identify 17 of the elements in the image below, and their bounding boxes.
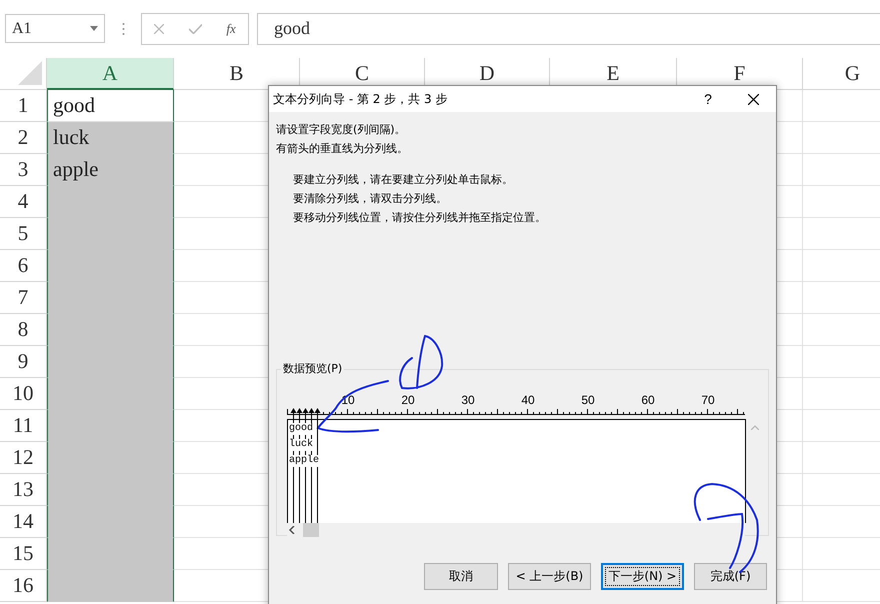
preview-text: apple [289, 455, 320, 467]
instruction-text: 要清除分列线，请双击分列线。 [292, 191, 448, 207]
preview-text: good [289, 423, 314, 435]
ruler-label: 60 [641, 393, 655, 407]
ruler-label: 30 [461, 393, 475, 407]
dialog-title: 文本分列向导 - 第 2 步，共 3 步 [273, 90, 448, 108]
ruler-label: 20 [401, 393, 415, 407]
preview-text: luck [289, 439, 314, 451]
data-preview-label: 数据预览(P) [281, 361, 344, 376]
ruler-label: 70 [701, 393, 715, 407]
instruction-text: 请设置字段宽度(列间隔)。 [276, 122, 407, 138]
instruction-text: 要建立分列线，请在要建立分列处单击鼠标。 [292, 172, 514, 188]
ruler-label: 50 [581, 393, 595, 407]
instruction-text: 有箭头的垂直线为分列线。 [276, 141, 409, 157]
ruler-label: 10 [341, 393, 355, 407]
instruction-text: 要移动分列线位置，请按住分列线并拖至指定位置。 [292, 210, 547, 226]
ruler-label: 40 [521, 393, 535, 407]
